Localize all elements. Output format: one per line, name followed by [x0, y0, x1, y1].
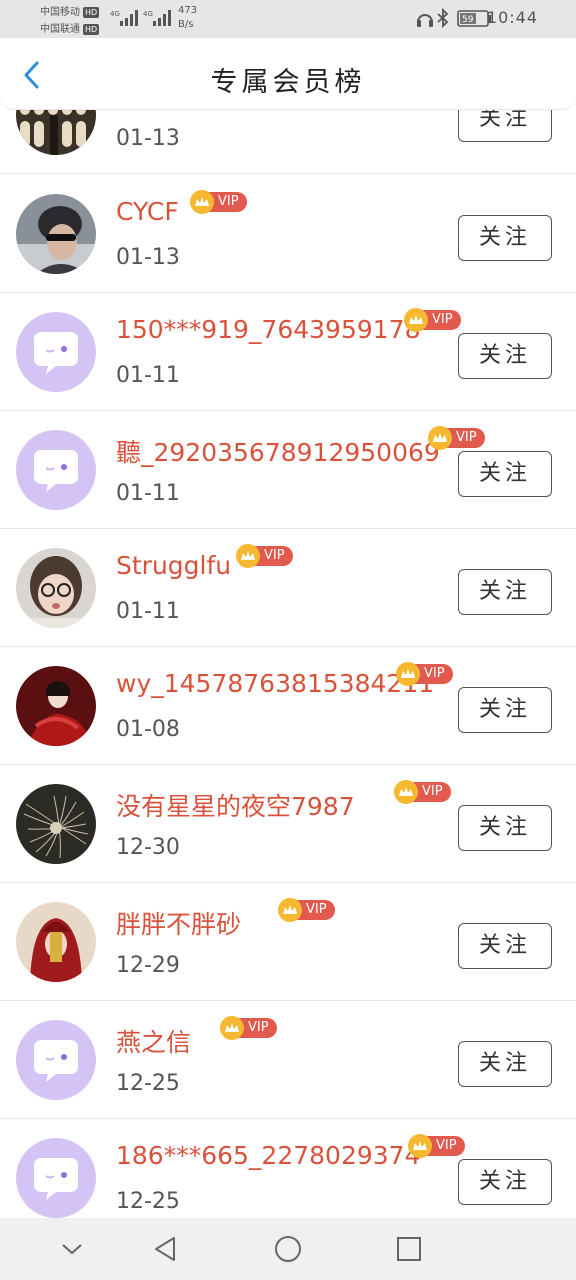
crown-icon — [404, 308, 428, 332]
member-name[interactable]: wy_1457876381538​4211 — [116, 669, 434, 698]
member-date: 01-08 — [116, 717, 180, 742]
clock: 10:44 — [486, 8, 538, 27]
recents-square-icon[interactable] — [394, 1234, 424, 1264]
svg-text:59: 59 — [462, 15, 474, 25]
member-date: 12-30 — [116, 835, 180, 860]
follow-button[interactable]: 关注 — [458, 923, 552, 969]
vip-badge: VIP — [394, 780, 451, 804]
vip-badge: VIP — [396, 662, 453, 686]
home-circle-icon[interactable] — [273, 1234, 303, 1264]
member-date: 12-25 — [116, 1189, 180, 1214]
status-bar: 中国移动 HD 中国联通 HD 4G 4G 473 B/s 59 10:44 — [0, 0, 576, 38]
crown-icon — [190, 190, 214, 214]
list-item[interactable]: 聽_2920356789129500​69 VIP 01-11 关注 — [0, 411, 576, 529]
default-avatar-icon[interactable] — [16, 1020, 96, 1100]
member-name[interactable]: 胖胖不胖砂 — [116, 905, 241, 941]
system-nav-bar — [0, 1218, 576, 1280]
back-triangle-icon[interactable] — [150, 1234, 180, 1264]
follow-button[interactable]: 关注 — [458, 215, 552, 261]
list-item[interactable]: wy_1457876381538​4211 VIP 01-08 关注 — [0, 647, 576, 765]
follow-button[interactable]: 关注 — [458, 110, 552, 142]
list-item[interactable]: 01-13 关注 — [0, 110, 576, 174]
list-item[interactable]: CYCF VIP 01-13 关注 — [0, 175, 576, 293]
list-item[interactable]: 150***919_7643959178 VIP 01-11 关注 — [0, 293, 576, 411]
member-name[interactable]: Strugglfu — [116, 551, 231, 580]
member-date: 12-29 — [116, 953, 180, 978]
avatar[interactable] — [16, 548, 96, 628]
follow-button[interactable]: 关注 — [458, 1041, 552, 1087]
member-name[interactable]: 燕之信 — [116, 1023, 191, 1059]
avatar[interactable] — [16, 784, 96, 864]
member-date: 01-11 — [116, 363, 180, 388]
bluetooth-icon — [437, 8, 449, 29]
crown-icon — [428, 426, 452, 450]
member-name[interactable]: 150***919_7643959178 — [116, 315, 421, 344]
follow-button[interactable]: 关注 — [458, 569, 552, 615]
follow-button[interactable]: 关注 — [458, 805, 552, 851]
top-app-bar: 专属会员榜 — [0, 38, 576, 110]
crown-icon — [236, 544, 260, 568]
list-item[interactable]: 186***665_2278029374 VIP 12-25 关注 — [0, 1119, 576, 1218]
avatar[interactable] — [16, 902, 96, 982]
vip-badge: VIP — [190, 190, 247, 214]
vip-badge: VIP — [404, 308, 461, 332]
follow-button[interactable]: 关注 — [458, 333, 552, 379]
list-item[interactable]: 燕之信 VIP 12-25 关注 — [0, 1001, 576, 1119]
avatar[interactable] — [16, 194, 96, 274]
avatar[interactable] — [16, 110, 96, 155]
vip-badge: VIP — [220, 1016, 277, 1040]
crown-icon — [396, 662, 420, 686]
svg-text:4G: 4G — [110, 10, 120, 18]
default-avatar-icon[interactable] — [16, 312, 96, 392]
follow-button[interactable]: 关注 — [458, 1159, 552, 1205]
signal-icon: 4G — [143, 10, 171, 26]
list-item[interactable]: Strugglfu VIP 01-11 关注 — [0, 529, 576, 647]
default-avatar-icon[interactable] — [16, 1138, 96, 1218]
vip-badge: VIP — [236, 544, 293, 568]
member-name[interactable]: 聽_2920356789129500​69 — [116, 433, 440, 469]
crown-icon — [408, 1134, 432, 1158]
vip-badge: VIP — [278, 898, 335, 922]
member-date: 01-13 — [116, 245, 180, 270]
signal-icon: 4G — [110, 10, 138, 26]
default-avatar-icon[interactable] — [16, 430, 96, 510]
member-date: 01-13 — [116, 126, 180, 151]
member-date: 12-25 — [116, 1071, 180, 1096]
svg-text:4G: 4G — [143, 10, 153, 18]
member-name[interactable]: 没有星星的夜空7987 — [116, 787, 355, 823]
member-list[interactable]: 01-13 关注 CYCF VIP 01-13 关注 150***919_764… — [0, 110, 576, 1218]
member-date: 01-11 — [116, 481, 180, 506]
list-item[interactable]: 没有星星的夜空7987 VIP 12-30 关注 — [0, 765, 576, 883]
follow-button[interactable]: 关注 — [458, 451, 552, 497]
member-date: 01-11 — [116, 599, 180, 624]
follow-button[interactable]: 关注 — [458, 687, 552, 733]
member-name[interactable]: 186***665_2278029374 — [116, 1141, 421, 1170]
crown-icon — [278, 898, 302, 922]
network-speed: 473 B/s — [178, 5, 198, 30]
avatar[interactable] — [16, 666, 96, 746]
crown-icon — [220, 1016, 244, 1040]
headphones-icon — [417, 14, 433, 27]
list-item[interactable]: 胖胖不胖砂 VIP 12-29 关注 — [0, 883, 576, 1001]
page-title: 专属会员榜 — [210, 67, 366, 98]
carrier-2: 中国联通 HD — [40, 24, 100, 35]
chevron-down-icon[interactable] — [57, 1234, 87, 1264]
crown-icon — [394, 780, 418, 804]
vip-badge: VIP — [408, 1134, 465, 1158]
vip-badge: VIP — [428, 426, 485, 450]
carrier-1: 中国移动 HD — [40, 7, 100, 18]
status-icons: 59 — [417, 8, 491, 29]
member-name[interactable]: CYCF — [116, 197, 179, 226]
